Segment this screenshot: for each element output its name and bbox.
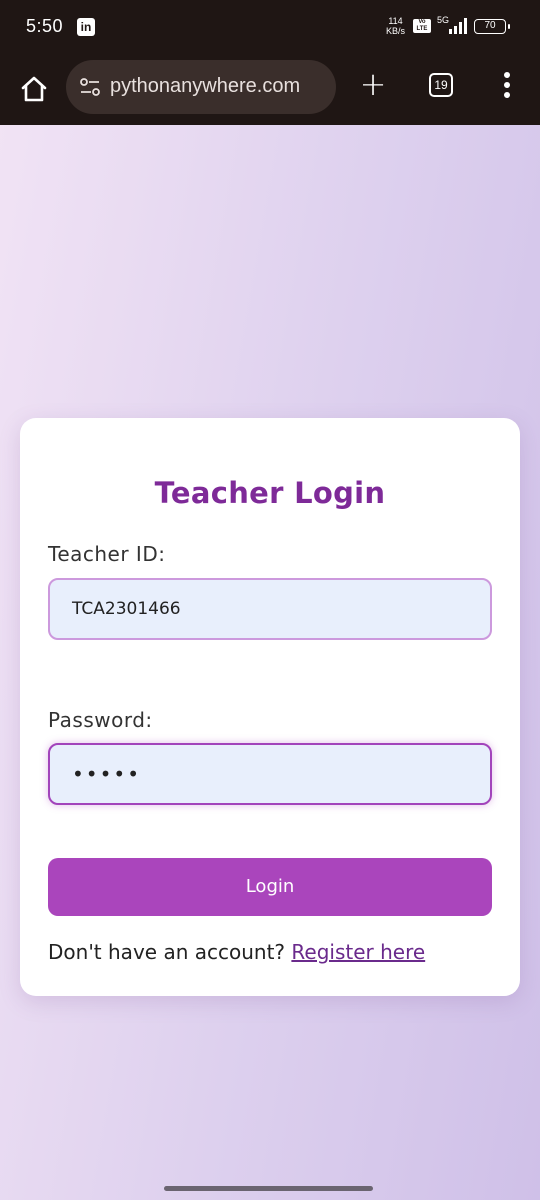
register-prompt-text: Don't have an account? xyxy=(48,940,292,964)
url-text[interactable]: pythonanywhere.com xyxy=(110,75,300,98)
volte-bottom: LTE xyxy=(416,26,428,32)
network-speed: 114 KB/s xyxy=(386,16,405,36)
teacher-id-field[interactable]: TCA2301466 xyxy=(48,578,492,640)
volte-icon: Vo LTE xyxy=(413,19,431,33)
address-bar[interactable]: pythonanywhere.com xyxy=(66,60,336,114)
home-icon[interactable] xyxy=(18,73,50,105)
site-settings-icon[interactable] xyxy=(80,78,100,96)
register-prompt: Don't have an account? Register here xyxy=(48,940,425,964)
teacher-id-label: Teacher ID: xyxy=(48,542,166,566)
signal-icon xyxy=(449,18,467,34)
login-card: Teacher Login Teacher ID: TCA2301466 Pas… xyxy=(20,418,520,996)
browser-toolbar: pythonanywhere.com + 19 xyxy=(0,56,540,125)
login-button[interactable]: Login xyxy=(48,858,492,916)
battery-level: 70 xyxy=(484,20,496,31)
status-bar: 5:50 in 114 KB/s Vo LTE 5G 70 xyxy=(0,0,540,56)
battery-icon: 70 xyxy=(474,19,510,34)
tab-switcher-button[interactable]: 19 xyxy=(429,73,453,97)
page-title: Teacher Login xyxy=(154,476,386,510)
new-tab-button[interactable]: + xyxy=(358,68,388,100)
register-link[interactable]: Register here xyxy=(291,940,425,964)
password-label: Password: xyxy=(48,708,153,732)
status-time: 5:50 xyxy=(26,16,64,36)
volte-top: Vo xyxy=(418,19,426,25)
linkedin-notification-icon: in xyxy=(77,18,95,36)
network-speed-value: 114 xyxy=(388,16,403,26)
password-field[interactable]: ••••• xyxy=(48,743,492,805)
network-type: 5G xyxy=(437,15,450,25)
network-speed-unit: KB/s xyxy=(386,26,406,36)
more-menu-icon[interactable] xyxy=(500,72,514,102)
gesture-bar[interactable] xyxy=(164,1186,373,1191)
